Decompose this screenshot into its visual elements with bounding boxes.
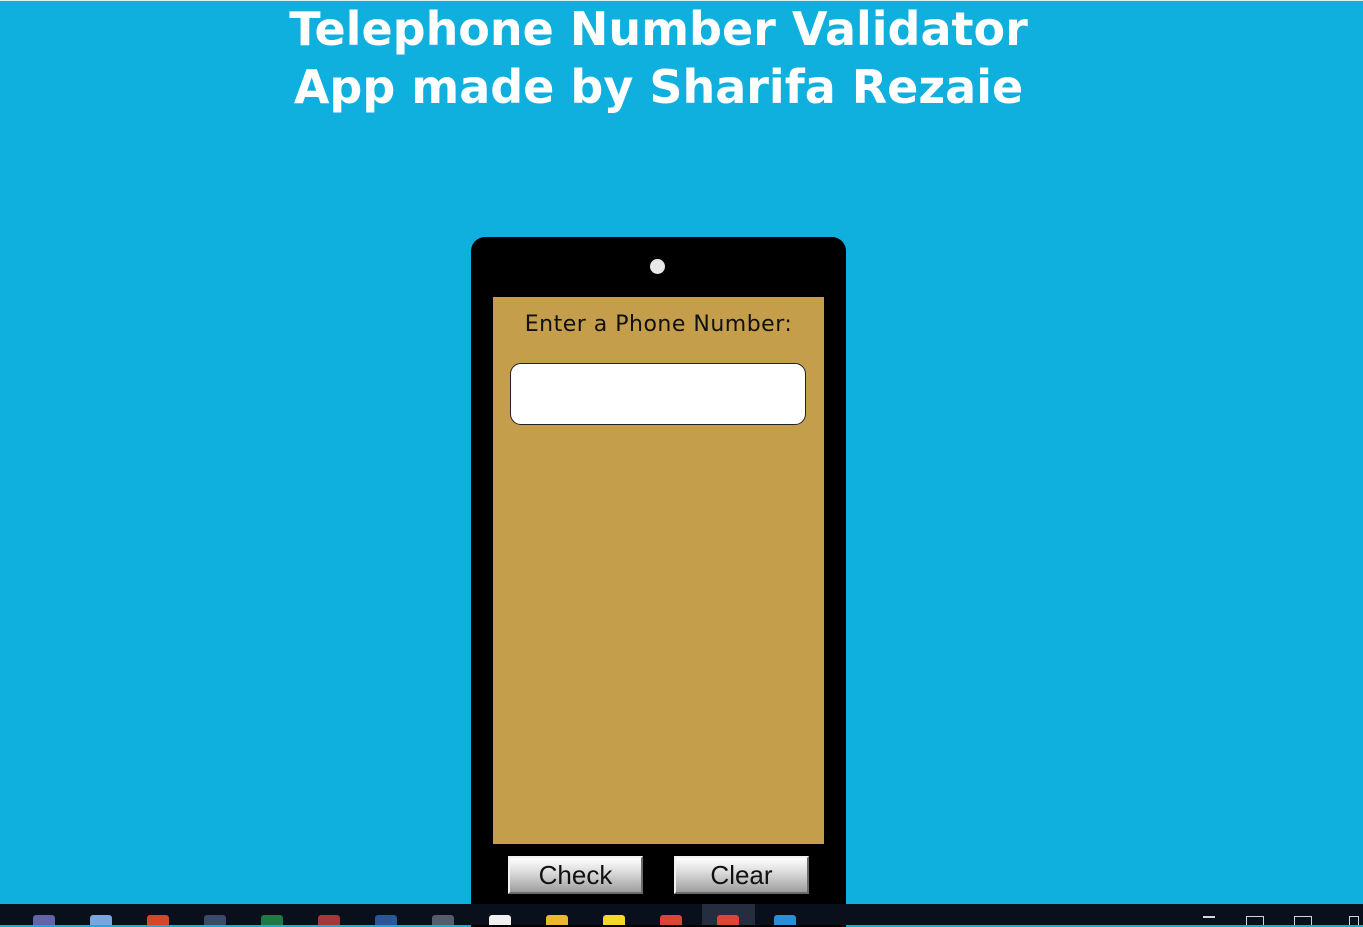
globe-icon[interactable] <box>90 915 112 925</box>
teams-icon[interactable] <box>33 915 55 925</box>
check-button[interactable]: Check <box>508 856 643 894</box>
speaker-icon[interactable] <box>1246 916 1264 925</box>
vscode-icon[interactable] <box>774 915 796 925</box>
clear-button[interactable]: Clear <box>674 856 809 894</box>
display-icon[interactable] <box>1294 916 1312 925</box>
phone-number-input[interactable] <box>510 363 806 425</box>
camera-dot <box>650 259 665 274</box>
calculator-icon[interactable] <box>204 915 226 925</box>
phone-prompt-label: Enter a Phone Number: <box>524 312 793 337</box>
chrome-active-icon[interactable] <box>717 915 739 925</box>
powerpoint-icon[interactable] <box>147 915 169 925</box>
access-icon[interactable] <box>318 915 340 925</box>
phone-frame: Enter a Phone Number: Check Clear <box>471 237 846 927</box>
chevron-up-icon[interactable] <box>1203 916 1215 925</box>
folder-icon[interactable] <box>546 915 568 925</box>
document-icon[interactable] <box>489 915 511 925</box>
sticky-notes-icon[interactable] <box>603 915 625 925</box>
phone-screen: Enter a Phone Number: <box>493 297 824 844</box>
camera-icon[interactable] <box>432 915 454 925</box>
windows-taskbar <box>0 904 1363 925</box>
excel-icon[interactable] <box>261 915 283 925</box>
pen-icon[interactable] <box>1349 916 1359 925</box>
word-icon[interactable] <box>375 915 397 925</box>
chrome-icon[interactable] <box>660 915 682 925</box>
page-title: Telephone Number Validator App made by S… <box>289 2 1028 114</box>
